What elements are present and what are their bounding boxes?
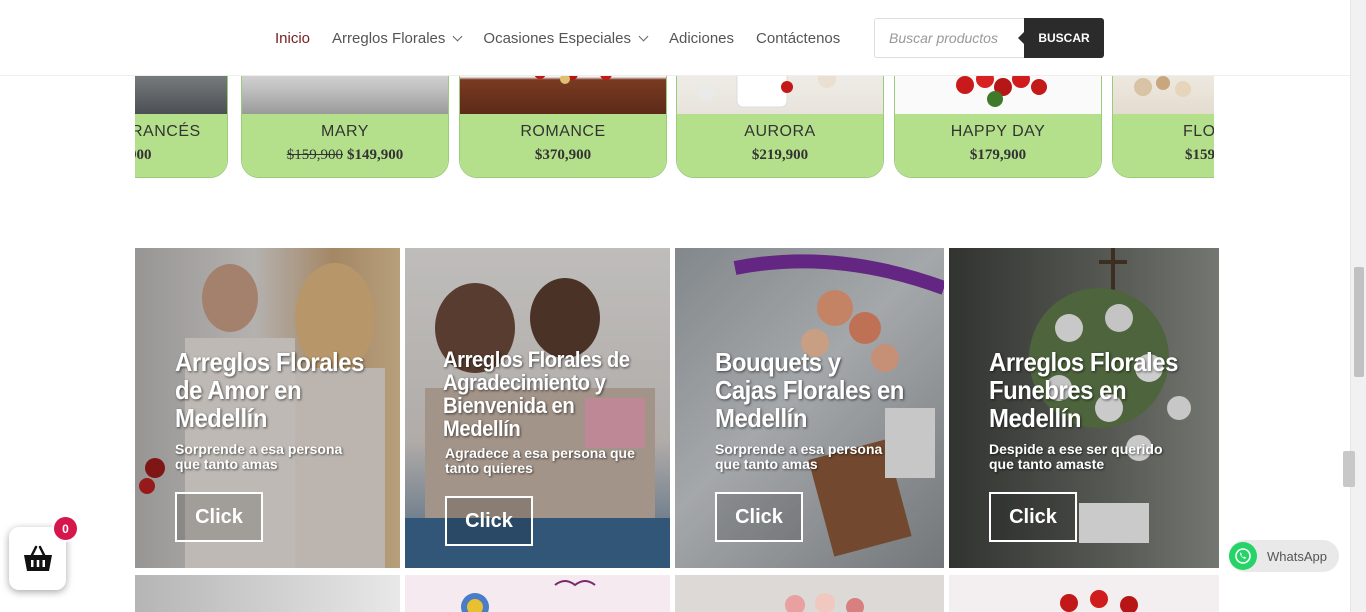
product-image — [135, 76, 227, 114]
flowers-image — [699, 76, 836, 108]
site-header: Inicio Arreglos Florales Ocasiones Espec… — [0, 0, 1350, 76]
whatsapp-button[interactable]: WhatsApp — [1229, 540, 1339, 572]
product-price: $179,900 — [895, 147, 1101, 164]
search-button[interactable]: BUSCAR — [1018, 18, 1104, 58]
nav-item-contactenos[interactable]: Contáctenos — [756, 30, 840, 47]
roses-image — [534, 76, 612, 84]
nav-item-label: Contáctenos — [756, 29, 841, 47]
nav-item-label: Inicio — [275, 29, 311, 47]
product-info: RANCÉS 900 — [135, 114, 227, 177]
product-carousel: RANCÉS 900 MARY $159,900$149,900 ROMANCE… — [135, 76, 1214, 191]
product-name: FLORERO — [1183, 123, 1214, 140]
category-tile-bouquets[interactable]: Bouquets y Cajas Florales en Medellín So… — [675, 248, 944, 568]
click-button[interactable]: Click — [989, 492, 1077, 542]
product-old-price: $159,900 — [286, 147, 343, 163]
click-button[interactable]: Click — [445, 496, 533, 546]
product-price: $219,900 — [677, 147, 883, 164]
product-info: FLORERO $159 — [1113, 114, 1214, 177]
product-price: $159,900 $149,900 — [242, 147, 448, 164]
whatsapp-icon — [1229, 542, 1257, 570]
product-card[interactable]: FLORERO $159 — [1112, 76, 1214, 178]
product-info: MARY $159,900 $149,900 — [242, 114, 448, 177]
nav-item-label: Adiciones — [668, 29, 735, 47]
click-button[interactable]: Click — [175, 492, 263, 542]
product-card[interactable]: ROMANCE $370,900 — [459, 76, 667, 178]
product-price-value: 900 — [135, 147, 152, 163]
nav-item-arreglos-florales[interactable]: Arreglos Florales — [332, 29, 463, 47]
product-card[interactable]: RANCÉS 900 — [135, 76, 228, 178]
cart-count-badge: 0 — [52, 515, 79, 542]
product-price: 900 — [135, 147, 227, 164]
side-tab[interactable] — [1343, 451, 1355, 487]
product-price-value: $179,900 — [969, 147, 1027, 163]
tile-title: Arreglos Florales de Amor en Medellín — [175, 347, 364, 433]
product-image — [242, 76, 448, 114]
flowers-image — [1134, 76, 1191, 97]
roses-image — [956, 76, 1047, 107]
basket-icon — [23, 545, 52, 571]
nav-item-label: Arreglos Florales — [332, 29, 446, 47]
click-button[interactable]: Click — [715, 492, 803, 542]
product-image — [895, 76, 1101, 114]
category-tile-amor[interactable]: Arreglos Florales de Amor en Medellín So… — [135, 248, 400, 568]
product-image — [1113, 76, 1214, 114]
search-input[interactable] — [874, 18, 1024, 58]
tile-title: Arreglos Florales de Agradecimiento y Bi… — [443, 347, 630, 441]
nav-item-adiciones[interactable]: Adiciones — [669, 30, 734, 47]
nav-item-inicio[interactable]: Inicio — [275, 30, 310, 47]
product-name: MARY — [321, 123, 369, 140]
product-price-value: $219,900 — [751, 147, 809, 163]
tile-subtitle: Agradece a esa persona que tanto quieres — [445, 445, 635, 476]
tile-subtitle: Sorprende a esa persona que tanto amas — [715, 441, 883, 472]
product-price-value: $159 — [1185, 147, 1214, 163]
chevron-down-icon — [452, 31, 463, 41]
roses-image — [785, 593, 864, 612]
product-info: ROMANCE $370,900 — [460, 114, 666, 177]
category-tile-next[interactable] — [675, 575, 944, 612]
product-card[interactable]: MARY $159,900 $149,900 — [241, 76, 449, 178]
product-name: ROMANCE — [520, 123, 606, 140]
product-image — [677, 76, 883, 114]
product-card[interactable]: AURORA $219,900 — [676, 76, 884, 178]
roses-image — [1060, 590, 1138, 612]
category-tile-next[interactable] — [949, 575, 1219, 612]
product-price: $370,900 — [460, 147, 666, 164]
product-info: HAPPY DAY $179,900 — [895, 114, 1101, 177]
tile-title: Bouquets y Cajas Florales en Medellín — [715, 347, 904, 433]
product-price-value: $149,900 — [347, 147, 404, 163]
main-nav: Inicio Arreglos Florales Ocasiones Espec… — [275, 0, 862, 76]
logo-image — [461, 580, 596, 612]
category-tile-next[interactable] — [405, 575, 670, 612]
nav-item-ocasiones-especiales[interactable]: Ocasiones Especiales — [483, 29, 649, 47]
page-scrollbar[interactable] — [1343, 0, 1366, 612]
product-name: AURORA — [744, 123, 816, 140]
product-info: AURORA $219,900 — [677, 114, 883, 177]
tile-subtitle: Despide a ese ser querido que tanto amas… — [989, 441, 1163, 472]
scrollbar-thumb[interactable] — [1354, 267, 1364, 377]
category-tile-funebres[interactable]: Arreglos Florales Funebres en Medellín D… — [949, 248, 1219, 568]
tile-subtitle: Sorprende a esa persona que tanto amas — [175, 441, 343, 472]
product-name: RANCÉS — [135, 123, 201, 140]
product-name: HAPPY DAY — [950, 123, 1046, 140]
whatsapp-label: WhatsApp — [1267, 548, 1327, 564]
product-search: BUSCAR — [874, 18, 1104, 58]
category-tile-agradecimiento[interactable]: Arreglos Florales de Agradecimiento y Bi… — [405, 248, 670, 568]
category-tile-next[interactable] — [135, 575, 400, 612]
chevron-down-icon — [638, 31, 649, 41]
nav-item-label: Ocasiones Especiales — [483, 29, 631, 47]
product-card[interactable]: HAPPY DAY $179,900 — [894, 76, 1102, 178]
product-image — [460, 76, 666, 114]
tile-title: Arreglos Florales Funebres en Medellín — [989, 347, 1178, 433]
product-price: $159 — [1113, 147, 1214, 164]
product-price-value: $370,900 — [534, 147, 592, 163]
